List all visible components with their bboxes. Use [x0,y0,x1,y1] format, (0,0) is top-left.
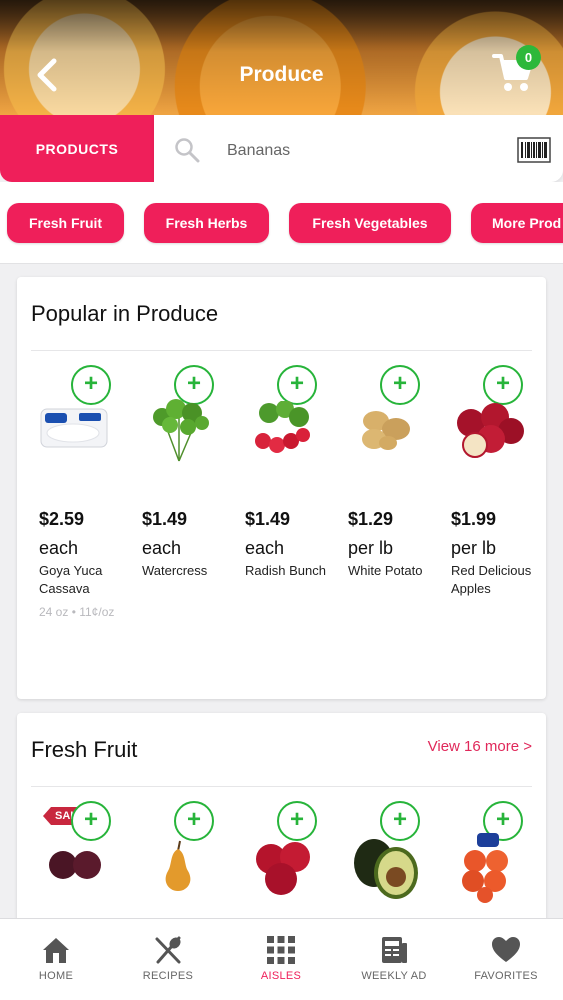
product-unit: each [245,538,285,558]
plus-icon: + [392,370,407,397]
search-input[interactable] [227,137,487,165]
radish-image [255,401,310,453]
nav-label: RECIPES [142,970,194,982]
chip-more-produce[interactable]: More Prod [471,203,563,243]
nav-label: FAVORITES [474,970,538,982]
divider [31,350,532,351]
potato-image [362,411,410,450]
product-tile[interactable]: SALE + [39,799,139,909]
section-title: Fresh Fruit [31,737,138,762]
add-to-cart-button[interactable]: + [380,365,420,405]
plus-icon: + [83,370,98,397]
avocado-image [354,839,418,899]
product-tile[interactable]: + $1.99 per lb Red Delicious Apples [451,363,551,643]
nav-aisles[interactable]: AISLES [225,919,337,1000]
product-tile[interactable]: + $1.29 per lb White Potato [348,363,448,643]
add-to-cart-button[interactable]: + [174,801,214,841]
header-shade [0,0,563,115]
nav-label: WEEKLY AD [361,970,427,982]
bottom-navigation: HOME RECIPES AISLES WEEKLY AD FAVORITES [0,918,563,1000]
product-name: Watercress [142,563,208,578]
add-to-cart-button[interactable]: + [277,365,317,405]
nav-recipes[interactable]: RECIPES [112,919,224,1000]
header-banner: Produce 0 [0,0,563,115]
plus-icon: + [392,806,407,833]
product-price: $1.49 [142,509,188,529]
product-unit: per lb [451,538,497,558]
category-chips-bar: Fresh Fruit Fresh Herbs Fresh Vegetables… [0,182,563,264]
barcode-scan-icon[interactable] [517,137,551,163]
product-unit: each [142,538,182,558]
page-title: Produce [239,63,324,86]
product-name: White Potato [348,563,423,578]
chip-fresh-vegetables[interactable]: Fresh Vegetables [289,203,451,243]
red-apples-image [256,842,310,895]
watercress-image [153,399,209,462]
search-box[interactable] [154,115,563,182]
add-to-cart-button[interactable]: + [71,801,111,841]
product-tile[interactable]: + [451,799,551,909]
oranges-bag-image [462,833,508,903]
plus-icon: + [289,806,304,833]
plus-icon: + [495,370,510,397]
product-price: $1.49 [245,509,291,529]
product-name: Red Delicious Apples [451,563,532,596]
weekly-ad-icon [382,937,407,963]
cart-count-badge: 0 [516,45,541,70]
add-to-cart-button[interactable]: + [71,365,111,405]
home-icon [43,938,69,963]
favorites-icon [492,937,520,962]
product-tile[interactable]: + $1.49 each Radish Bunch [245,363,345,643]
nav-label: HOME [38,970,74,982]
nav-favorites[interactable]: FAVORITES [450,919,562,1000]
product-price: $1.99 [451,509,497,529]
recipes-icon [155,936,181,964]
product-price: $2.59 [39,509,85,529]
plums-image [49,851,101,879]
popular-produce-card: Popular in Produce + $2.59 each Goya Yuc… [17,277,546,699]
product-tile[interactable]: + [245,799,345,909]
plus-icon: + [495,806,510,833]
apples-image [457,403,524,458]
product-price: $1.29 [348,509,394,529]
product-size: 24 oz • 11¢/oz [39,605,115,619]
products-tab[interactable]: PRODUCTS [0,115,154,182]
product-tile[interactable]: + [142,799,242,909]
plus-icon: + [289,370,304,397]
chip-fresh-herbs[interactable]: Fresh Herbs [144,203,269,243]
divider [31,786,532,787]
product-name: Goya Yuca Cassava [39,563,103,596]
aisles-icon [267,936,295,964]
nav-label: AISLES [260,970,302,982]
product-unit: per lb [348,538,394,558]
search-icon [175,138,200,163]
product-tile[interactable]: + $1.49 each Watercress [142,363,242,643]
product-unit: each [39,538,79,558]
yuca-package-image [40,408,108,448]
pear-image [165,840,191,891]
plus-icon: + [186,806,201,833]
product-tile[interactable]: + $2.59 each Goya Yuca Cassava 24 oz • 1… [39,363,139,643]
view-more-link[interactable]: View 16 more > [428,738,532,755]
product-tile[interactable]: + [348,799,448,909]
plus-icon: + [83,806,98,833]
section-title: Popular in Produce [31,301,219,326]
nav-home[interactable]: HOME [0,919,112,1000]
product-name: Radish Bunch [245,563,326,578]
fresh-fruit-card: Fresh Fruit View 16 more > SALE + + + + [17,713,546,923]
nav-weekly-ad[interactable]: WEEKLY AD [338,919,450,1000]
chip-fresh-fruit[interactable]: Fresh Fruit [7,203,124,243]
